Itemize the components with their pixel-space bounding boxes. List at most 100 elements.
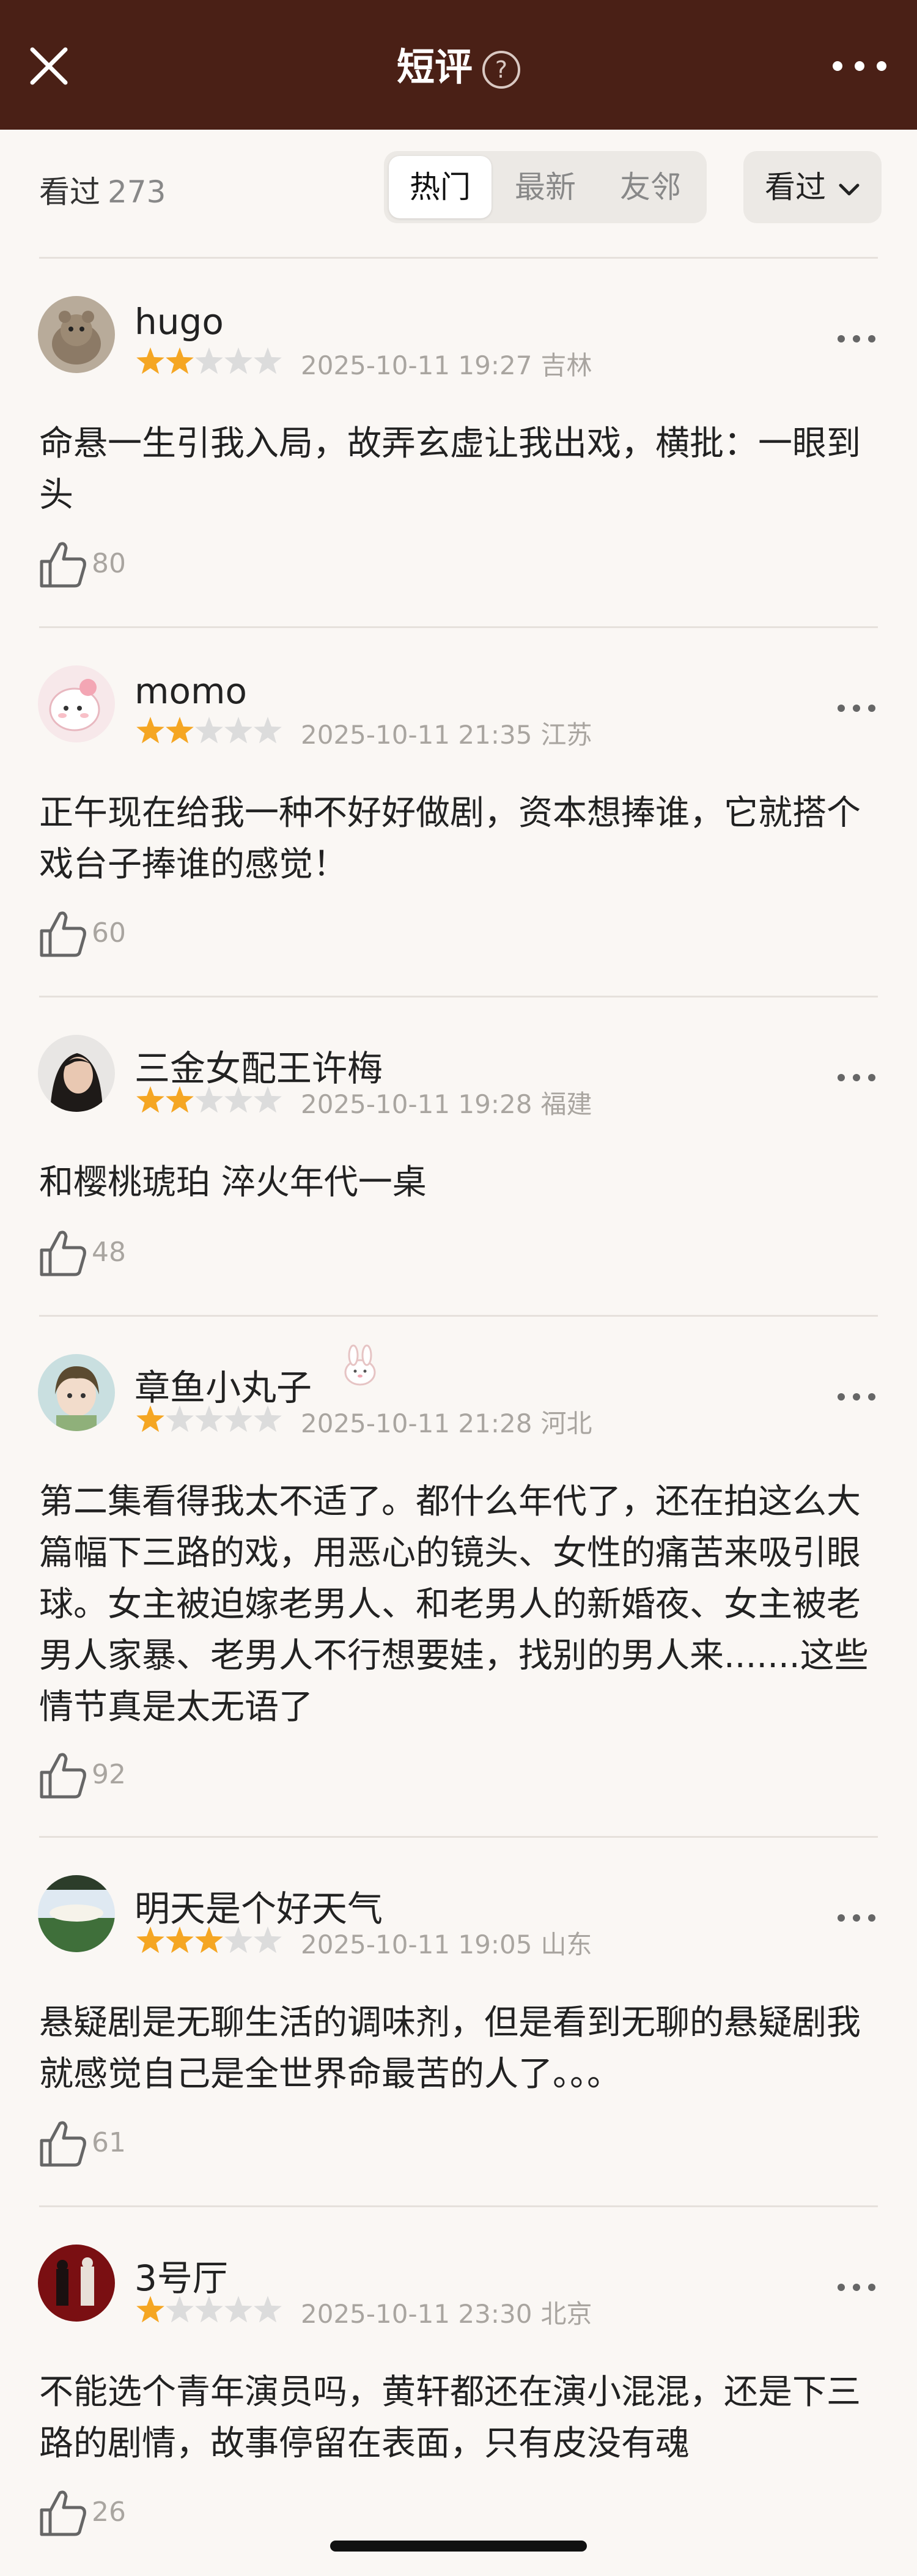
star-empty-icon	[254, 1926, 282, 1953]
username[interactable]: momo	[134, 670, 247, 712]
comment-more-icon[interactable]	[835, 333, 878, 345]
comment-meta: 2025-10-11 23:30 北京	[301, 2293, 592, 2331]
divider	[39, 626, 878, 628]
thumbs-up-icon[interactable]	[38, 1228, 87, 1278]
star-filled-icon	[136, 1405, 164, 1432]
more-options-icon[interactable]	[829, 53, 890, 80]
star-filled-icon	[166, 1926, 194, 1953]
comment-time: 2025-10-11 19:27	[301, 350, 532, 380]
comment-location: 福建	[540, 1089, 592, 1119]
avatar[interactable]	[38, 1354, 115, 1431]
comment-location: 河北	[540, 1408, 592, 1438]
like-count: 80	[92, 548, 126, 579]
star-filled-icon	[136, 2296, 164, 2323]
filter-bar: 看过 273 热门 最新 友邻 看过	[0, 130, 917, 258]
star-empty-icon	[224, 717, 252, 744]
tab-friends[interactable]: 友邻	[599, 156, 702, 218]
comment-text: 悬疑剧是无聊生活的调味剂，但是看到无聊的悬疑剧我就感觉自己是全世界命最苦的人了。…	[39, 2003, 861, 2094]
like-count: 26	[92, 2496, 126, 2528]
star-empty-icon	[224, 1926, 252, 1953]
star-filled-icon	[166, 1086, 194, 1113]
star-filled-icon	[136, 717, 164, 744]
username[interactable]: 3号厅	[134, 2249, 228, 2301]
comment-time: 2025-10-11 19:05	[301, 1930, 532, 1960]
watched-count: 看过 273	[39, 168, 166, 212]
chevron-down-icon	[839, 183, 860, 195]
username[interactable]: 章鱼小丸子	[134, 1359, 312, 1410]
comment-text: 正午现在给我一种不好好做剧，资本想捧谁，它就搭个戏台子捧谁的感觉！	[39, 793, 861, 884]
comment-meta: 2025-10-11 19:28 福建	[301, 1084, 592, 1121]
star-rating	[136, 1405, 282, 1432]
star-filled-icon	[166, 717, 194, 744]
page-title: 短评?	[0, 43, 917, 92]
like-count: 61	[92, 2127, 126, 2158]
like-count: 92	[92, 1759, 126, 1790]
star-rating	[136, 717, 282, 744]
star-empty-icon	[224, 347, 252, 374]
help-icon[interactable]: ?	[482, 50, 520, 89]
watch-status-label: 看过	[765, 169, 827, 205]
divider	[39, 1836, 878, 1838]
comment-time: 2025-10-11 23:30	[301, 2299, 532, 2329]
star-empty-icon	[254, 1405, 282, 1432]
divider	[39, 257, 878, 259]
thumbs-up-icon[interactable]	[38, 2119, 87, 2169]
tab-hot[interactable]: 热门	[389, 156, 492, 218]
star-filled-icon	[166, 347, 194, 374]
avatar[interactable]	[38, 1035, 115, 1112]
comment-location: 山东	[540, 1930, 592, 1960]
star-rating	[136, 1926, 282, 1953]
comment-more-icon[interactable]	[835, 1912, 878, 1924]
star-empty-icon	[195, 1086, 223, 1113]
thumbs-up-icon[interactable]	[38, 2488, 87, 2538]
star-rating	[136, 2296, 282, 2323]
watch-status-dropdown[interactable]: 看过	[743, 151, 882, 223]
divider	[39, 1315, 878, 1317]
comment-more-icon[interactable]	[835, 2281, 878, 2293]
divider	[39, 2205, 878, 2207]
comment-meta: 2025-10-11 19:05 山东	[301, 1924, 592, 1961]
avatar[interactable]	[38, 665, 115, 742]
comment-more-icon[interactable]	[835, 1071, 878, 1084]
comment-text: 不能选个青年演员吗，黄轩都还在演小混混，还是下三路的剧情，故事停留在表面，只有皮…	[39, 2372, 861, 2463]
username[interactable]: hugo	[134, 301, 224, 342]
avatar[interactable]	[38, 1875, 115, 1952]
page-title-text: 短评	[396, 45, 473, 89]
comment-more-icon[interactable]	[835, 702, 878, 714]
comment-time: 2025-10-11 19:28	[301, 1089, 532, 1119]
star-empty-icon	[254, 2296, 282, 2323]
comment-text: 命悬一生引我入局，故弄玄虚让我出戏，横批：一眼到头	[39, 424, 861, 515]
like-count: 60	[92, 917, 126, 949]
avatar[interactable]	[38, 2245, 115, 2322]
comment-meta: 2025-10-11 21:28 河北	[301, 1403, 592, 1440]
star-empty-icon	[195, 717, 223, 744]
comment-meta: 2025-10-11 19:27 吉林	[301, 345, 592, 382]
thumbs-up-icon[interactable]	[38, 1750, 87, 1801]
comment-more-icon[interactable]	[835, 1391, 878, 1403]
comment-location: 吉林	[540, 350, 592, 380]
tab-latest[interactable]: 最新	[494, 156, 597, 218]
star-empty-icon	[195, 2296, 223, 2323]
thumbs-up-icon[interactable]	[38, 909, 87, 959]
avatar[interactable]	[38, 296, 115, 373]
comment-time: 2025-10-11 21:35	[301, 720, 532, 750]
star-filled-icon	[136, 1086, 164, 1113]
comment-location: 江苏	[540, 720, 592, 750]
star-filled-icon	[136, 347, 164, 374]
star-empty-icon	[224, 1405, 252, 1432]
watched-label: 看过	[39, 174, 100, 210]
like-count: 48	[92, 1237, 126, 1268]
watched-number: 273	[108, 174, 166, 210]
comment-meta: 2025-10-11 21:35 江苏	[301, 714, 592, 752]
comment-location: 北京	[540, 2299, 592, 2329]
star-empty-icon	[254, 717, 282, 744]
thumbs-up-icon[interactable]	[38, 539, 87, 590]
star-rating	[136, 1086, 282, 1113]
star-empty-icon	[166, 1405, 194, 1432]
sort-tabs: 热门 最新 友邻	[384, 151, 707, 223]
comment-text: 第二集看得我太不适了。都什么年代了，还在拍这么大篇幅下三路的戏，用恶心的镜头、女…	[39, 1482, 869, 1727]
star-empty-icon	[224, 1086, 252, 1113]
star-filled-icon	[136, 1926, 164, 1953]
star-rating	[136, 347, 282, 374]
header-bar: 短评?	[0, 0, 917, 130]
